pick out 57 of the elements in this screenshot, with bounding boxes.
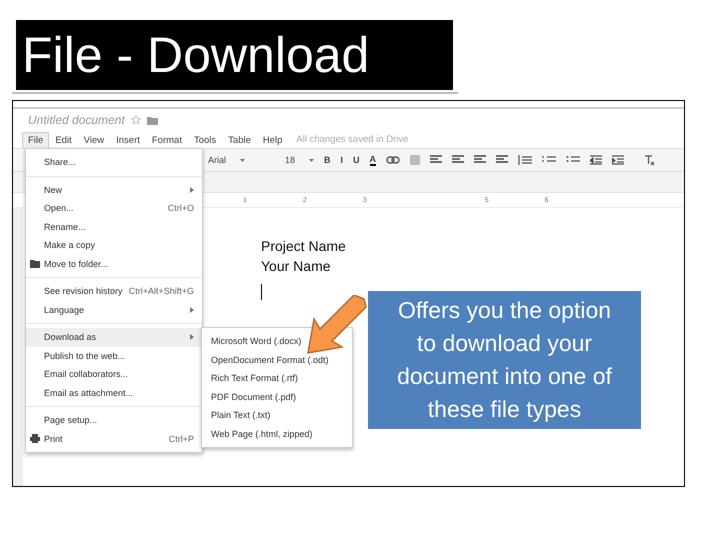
document-text: Project Name (261, 238, 347, 254)
format-button[interactable]: B (324, 155, 331, 165)
menu-item[interactable]: View (78, 132, 110, 148)
menu-option[interactable]: Plain Text (.txt) (202, 406, 352, 424)
menu-item[interactable]: Table (222, 132, 257, 148)
star-icon[interactable] (130, 115, 141, 125)
link-icon[interactable] (386, 156, 400, 164)
menu-option[interactable]: Share... (26, 153, 202, 172)
numbered-list-icon[interactable] (542, 155, 556, 165)
menu-option[interactable]: Rename... (26, 218, 202, 236)
folder-icon[interactable] (146, 116, 158, 124)
menu-option[interactable]: Email collaborators... (26, 365, 202, 384)
caret-icon (309, 158, 314, 162)
menu-option[interactable]: New (26, 180, 202, 199)
clear-formatting-icon[interactable] (644, 154, 656, 166)
menu-option[interactable]: OpenDocument Format (.odt) (202, 350, 352, 369)
slide-title: File - Download (16, 20, 453, 90)
menu-option[interactable]: Open... Ctrl+O (26, 199, 202, 218)
arrow-icon (306, 295, 368, 355)
menu-option[interactable]: Page setup... (26, 411, 202, 430)
format-button[interactable]: I (340, 155, 344, 165)
menu-option[interactable]: Print Ctrl+P (26, 430, 202, 448)
menu-option[interactable]: Language (26, 300, 202, 319)
caret-icon (240, 158, 246, 162)
menu-option[interactable]: Rich Text Format (.rtf) (202, 369, 352, 388)
format-button[interactable]: U (353, 155, 360, 165)
document-text: Your Name (261, 258, 332, 274)
outdent-icon[interactable] (590, 155, 602, 165)
folder-icon (30, 260, 40, 268)
save-status: All changes saved in Drive (296, 134, 408, 145)
font-dropdown[interactable]: Arial (208, 155, 226, 165)
menu-option[interactable]: Web Page (.html, zipped) (202, 424, 352, 443)
menu-option[interactable]: PDF Document (.pdf) (202, 388, 352, 406)
menu-item[interactable]: Edit (49, 132, 78, 148)
menu-option[interactable]: Microsoft Word (.docx) (202, 332, 352, 350)
menu-item[interactable]: Format (146, 132, 188, 148)
menu-item[interactable]: File (22, 132, 50, 148)
menu-item[interactable]: Tools (188, 132, 222, 148)
align-icon[interactable] (430, 155, 442, 165)
align-icon[interactable] (474, 155, 486, 165)
align-icon[interactable] (496, 155, 508, 165)
menu-option[interactable]: Make a copy (26, 236, 202, 254)
align-icon[interactable] (452, 155, 464, 165)
menu-item[interactable]: Insert (110, 132, 146, 148)
callout-box: Offers you the option to download your document into one of these file types (368, 291, 641, 429)
menu-option[interactable]: Download as (26, 328, 202, 346)
menu-item[interactable]: Help (256, 132, 288, 148)
menu-option[interactable]: See revision history Ctrl+Alt+Shift+G (26, 282, 202, 300)
menu-option[interactable]: Move to folder... (26, 254, 202, 273)
format-button[interactable]: A (370, 154, 376, 166)
bullet-list-icon[interactable] (566, 155, 580, 165)
menu-option[interactable]: Publish to the web... (26, 346, 202, 365)
line-spacing-icon[interactable] (518, 155, 532, 165)
menu-option[interactable]: Email as attachment... (26, 384, 202, 402)
indent-icon[interactable] (612, 155, 624, 165)
text-cursor (261, 284, 262, 300)
size-dropdown[interactable]: 18 (285, 155, 296, 165)
